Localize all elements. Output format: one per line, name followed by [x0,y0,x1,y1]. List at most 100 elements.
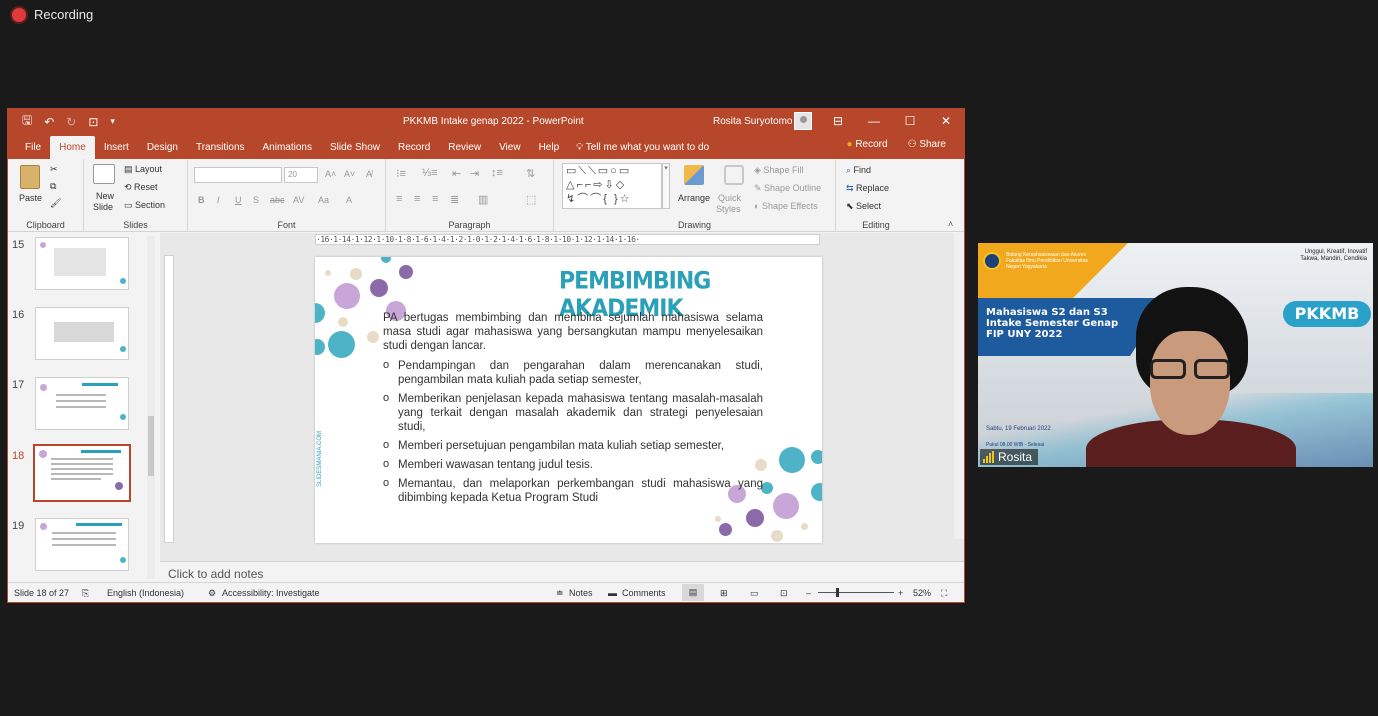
close-icon[interactable]: ✕ [928,109,964,134]
shapes-gallery[interactable]: ▭⟍⟍▭○▭ △⌐⌐⇨⇩◇ ↯⌒⌒{ }☆ [562,163,662,209]
grow-font-icon[interactable]: A˄ [325,169,336,179]
shape-outline-button[interactable]: ✎ Shape Outline [754,183,821,194]
arrange-icon[interactable] [684,165,704,185]
new-slide-icon[interactable] [93,164,115,184]
thumbnail-slide-18[interactable]: 18 [8,444,148,508]
replace-button[interactable]: ⇆ Replace [846,183,889,194]
tab-insert[interactable]: Insert [95,136,138,159]
undo-icon[interactable]: ↶ [44,115,54,129]
reading-view-icon[interactable]: ▭ [750,588,759,599]
language-indicator[interactable]: English (Indonesia) [107,588,184,598]
line-spacing-icon[interactable]: ↕≡ [491,167,503,179]
select-button[interactable]: ⬉ Select [846,201,881,212]
accessibility-status[interactable]: Accessibility: Investigate [222,588,320,598]
normal-view-icon[interactable]: ▤ [682,584,704,601]
layout-button[interactable]: ▤ Layout [124,164,162,175]
notes-pane[interactable]: Click to add notes [160,561,964,583]
new-slide-label-2[interactable]: Slide [93,202,113,212]
zoom-slider[interactable] [818,592,894,593]
thumbnail-slide-16[interactable]: 16 [8,307,148,367]
bold-button[interactable]: B [198,195,205,205]
shrink-font-icon[interactable]: A˅ [344,169,355,179]
current-slide[interactable]: PEMBIMBING AKADEMIK PA bertugas membimbi… [315,257,822,543]
tab-home[interactable]: Home [50,136,95,159]
quick-styles-label-2[interactable]: Styles [716,204,741,214]
find-button[interactable]: ⌕ Find [846,165,871,176]
save-icon[interactable]: 🖫 [22,111,32,132]
slide-sorter-icon[interactable]: ⊞ [720,588,728,599]
tab-slide-show[interactable]: Slide Show [321,136,389,159]
scroll-knob[interactable] [148,416,154,476]
paste-icon[interactable] [20,165,40,189]
arrange-button[interactable]: Arrange [678,193,710,203]
italic-button[interactable]: I [217,195,220,205]
shadow-button[interactable]: S [253,195,259,205]
thumbnail-slide-17[interactable]: 17 [8,377,148,437]
comments-toggle[interactable]: Comments [622,588,666,598]
zoom-out-button[interactable]: – [806,588,811,598]
font-size-field[interactable]: 20 [284,167,318,183]
tab-review[interactable]: Review [439,136,490,159]
tab-file[interactable]: File [16,136,50,159]
char-spacing-button[interactable]: AV [293,195,304,205]
zoom-level[interactable]: 52% [913,588,931,598]
section-button[interactable]: ▭ Section [124,200,165,211]
quick-styles-icon[interactable] [724,165,744,185]
font-color-button[interactable]: A [346,195,352,205]
tell-me-search[interactable]: 💡︎ Tell me what you want to do [576,136,709,159]
notes-toggle[interactable]: Notes [569,588,593,598]
collapse-ribbon-icon[interactable]: ˄ [948,219,953,229]
minimize-icon[interactable]: — [856,109,892,134]
accessibility-icon[interactable]: ⚙︎ [208,588,216,599]
align-right-icon[interactable]: ≡ [432,193,438,205]
thumbnails-scrollbar[interactable] [147,236,155,579]
font-name-field[interactable] [194,167,282,183]
present-icon[interactable]: ⊡ [88,115,98,129]
redo-icon[interactable]: ↻ [66,115,76,129]
justify-icon[interactable]: ≣ [450,193,459,206]
notes-icon[interactable]: ≐ [556,588,564,599]
user-avatar[interactable] [794,112,812,130]
bullets-icon[interactable]: ⁝≡ [396,167,406,180]
format-painter-icon[interactable]: 🖌︎ [50,198,61,209]
strikethrough-button[interactable]: abc [270,195,285,205]
fit-to-window-icon[interactable]: ⛶ [941,588,947,599]
record-button[interactable]: ● Record [846,139,887,150]
align-left-icon[interactable]: ≡ [396,193,402,205]
copy-icon[interactable]: ⧉ [50,181,56,192]
maximize-icon[interactable]: ☐ [892,109,928,134]
share-button[interactable]: ⚇ Share [908,139,946,150]
new-slide-label[interactable]: New [96,191,114,201]
align-center-icon[interactable]: ≡ [414,193,420,205]
increase-indent-icon[interactable]: ⇥ [470,167,479,180]
user-name[interactable]: Rosita Suryotomo [713,116,792,127]
thumbnail-slide-19[interactable]: 19 [8,518,148,578]
underline-button[interactable]: U [235,195,242,205]
columns-icon[interactable]: ▥ [478,193,488,206]
zoom-slider-knob[interactable] [836,588,839,597]
ribbon-display-icon[interactable]: ⊟ [820,109,856,134]
tab-help[interactable]: Help [530,136,569,159]
tab-design[interactable]: Design [138,136,187,159]
slideshow-icon[interactable]: ⊡ [780,588,788,599]
paste-button[interactable]: Paste [19,193,42,203]
customize-icon[interactable]: ▾ [110,116,115,127]
decrease-indent-icon[interactable]: ⇤ [452,167,461,180]
tab-transitions[interactable]: Transitions [187,136,254,159]
shape-effects-button[interactable]: ◐ Shape Effects [754,201,818,211]
spellcheck-icon[interactable]: ⎘ [82,588,89,599]
numbering-icon[interactable]: ⅓≡ [422,167,438,179]
clear-format-icon[interactable]: A̸ [366,169,372,179]
editor-scrollbar[interactable] [954,233,964,539]
tab-view[interactable]: View [490,136,530,159]
change-case-button[interactable]: Aa [318,195,329,205]
tab-record[interactable]: Record [389,136,439,159]
zoom-in-button[interactable]: + [898,588,903,598]
thumbnail-slide-15[interactable]: 15 [8,237,148,297]
tab-animations[interactable]: Animations [254,136,321,159]
smartart-icon[interactable]: ⬚ [526,193,536,206]
cut-icon[interactable]: ✂ [50,164,58,175]
text-direction-icon[interactable]: ⇅ [526,167,535,180]
quick-styles-label[interactable]: Quick [718,193,741,203]
reset-button[interactable]: ⟲ Reset [124,182,158,193]
